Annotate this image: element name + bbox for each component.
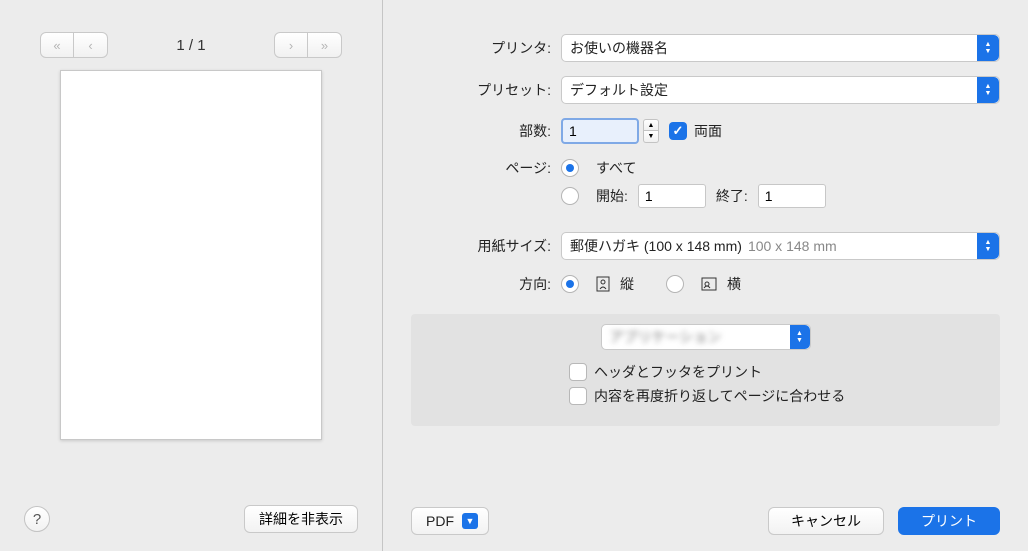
first-page-button[interactable]: «: [40, 32, 74, 58]
duplex-checkbox[interactable]: [669, 122, 687, 140]
cancel-button[interactable]: キャンセル: [768, 507, 884, 535]
pdf-label: PDF: [426, 513, 454, 529]
paper-size-dim: 100 x 148 mm: [748, 238, 837, 254]
orientation-portrait-radio[interactable]: [561, 275, 579, 293]
preset-label: プリセット:: [411, 80, 561, 100]
app-options-value: アプリケーション: [610, 327, 722, 347]
pages-from-label: 開始:: [596, 186, 628, 206]
print-preview-page: [60, 70, 322, 440]
next-page-button[interactable]: ›: [274, 32, 308, 58]
headers-footers-label: ヘッダとフッタをプリント: [594, 362, 762, 382]
landscape-icon: [701, 277, 717, 291]
pages-label: ページ:: [411, 158, 561, 178]
hide-details-button[interactable]: 詳細を非表示: [244, 505, 358, 533]
chevron-updown-icon: ▲▼: [790, 325, 810, 349]
paper-size-select[interactable]: 郵便ハガキ (100 x 148 mm) 100 x 148 mm ▲▼: [561, 232, 1000, 260]
chevron-down-icon: ▼: [462, 513, 478, 529]
page-to-input[interactable]: [758, 184, 826, 208]
app-options-select[interactable]: アプリケーション ▲▼: [601, 324, 811, 350]
copies-label: 部数:: [411, 121, 561, 141]
printer-value: お使いの機器名: [570, 38, 668, 58]
portrait-label: 縦: [620, 274, 634, 294]
rewrap-checkbox[interactable]: [569, 387, 587, 405]
preset-select[interactable]: デフォルト設定 ▲▼: [561, 76, 1000, 104]
duplex-label: 両面: [694, 121, 722, 141]
portrait-icon: [596, 276, 610, 292]
chevron-updown-icon: ▲▼: [977, 233, 999, 259]
pages-to-label: 終了:: [716, 186, 748, 206]
pages-all-label: すべて: [596, 158, 636, 178]
pages-range-radio[interactable]: [561, 187, 579, 205]
landscape-label: 横: [727, 274, 741, 294]
chevron-updown-icon: ▲▼: [977, 77, 999, 103]
print-button[interactable]: プリント: [898, 507, 1000, 535]
copies-increment-button[interactable]: ▲: [643, 119, 659, 131]
pages-all-radio[interactable]: [561, 159, 579, 177]
preset-value: デフォルト設定: [570, 80, 668, 100]
orientation-label: 方向:: [411, 274, 561, 294]
headers-footers-checkbox[interactable]: [569, 363, 587, 381]
chevron-updown-icon: ▲▼: [977, 35, 999, 61]
copies-input[interactable]: [561, 118, 639, 144]
orientation-landscape-radio[interactable]: [666, 275, 684, 293]
pdf-dropdown-button[interactable]: PDF ▼: [411, 507, 489, 535]
paper-size-label: 用紙サイズ:: [411, 236, 561, 256]
paper-size-value: 郵便ハガキ (100 x 148 mm): [570, 236, 742, 256]
last-page-button[interactable]: »: [308, 32, 342, 58]
help-button[interactable]: ?: [24, 506, 50, 532]
printer-label: プリンタ:: [411, 38, 561, 58]
printer-select[interactable]: お使いの機器名 ▲▼: [561, 34, 1000, 62]
page-from-input[interactable]: [638, 184, 706, 208]
page-count: 1 / 1: [176, 37, 205, 54]
rewrap-label: 内容を再度折り返してページに合わせる: [594, 386, 845, 406]
prev-page-button[interactable]: ‹: [74, 32, 108, 58]
copies-decrement-button[interactable]: ▼: [643, 131, 659, 143]
